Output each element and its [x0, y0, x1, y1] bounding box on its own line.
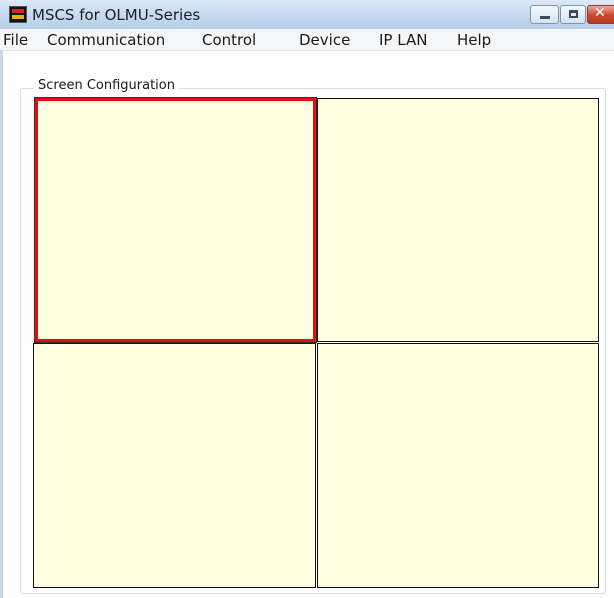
app-window: MSCS for OLMU-Series ✕ File Communicatio…: [0, 0, 614, 598]
menu-ip-lan[interactable]: IP LAN: [379, 31, 427, 49]
menu-communication[interactable]: Communication: [47, 31, 165, 49]
screen-configuration-label: Screen Configuration: [34, 78, 179, 93]
close-icon: ✕: [594, 5, 606, 21]
menu-help[interactable]: Help: [457, 31, 491, 49]
app-icon[interactable]: [9, 6, 27, 23]
maximize-button[interactable]: [560, 5, 586, 24]
close-button[interactable]: ✕: [587, 5, 614, 24]
menu-file[interactable]: File: [3, 31, 28, 49]
screen-pane-bottom-right[interactable]: [317, 343, 599, 588]
minimize-button[interactable]: [530, 5, 559, 24]
menu-control[interactable]: Control: [202, 31, 256, 49]
minimize-icon: [540, 16, 550, 19]
screen-pane-top-left[interactable]: [35, 98, 316, 342]
title-bar[interactable]: MSCS for OLMU-Series ✕: [0, 0, 614, 30]
menu-device[interactable]: Device: [299, 31, 350, 49]
menu-bar: File Communication Control Device IP LAN…: [0, 29, 614, 51]
window-title: MSCS for OLMU-Series: [32, 6, 201, 24]
maximize-icon: [569, 10, 578, 18]
screen-pane-bottom-left[interactable]: [33, 343, 316, 588]
screen-pane-top-right[interactable]: [317, 98, 599, 342]
window-border: [0, 50, 3, 598]
